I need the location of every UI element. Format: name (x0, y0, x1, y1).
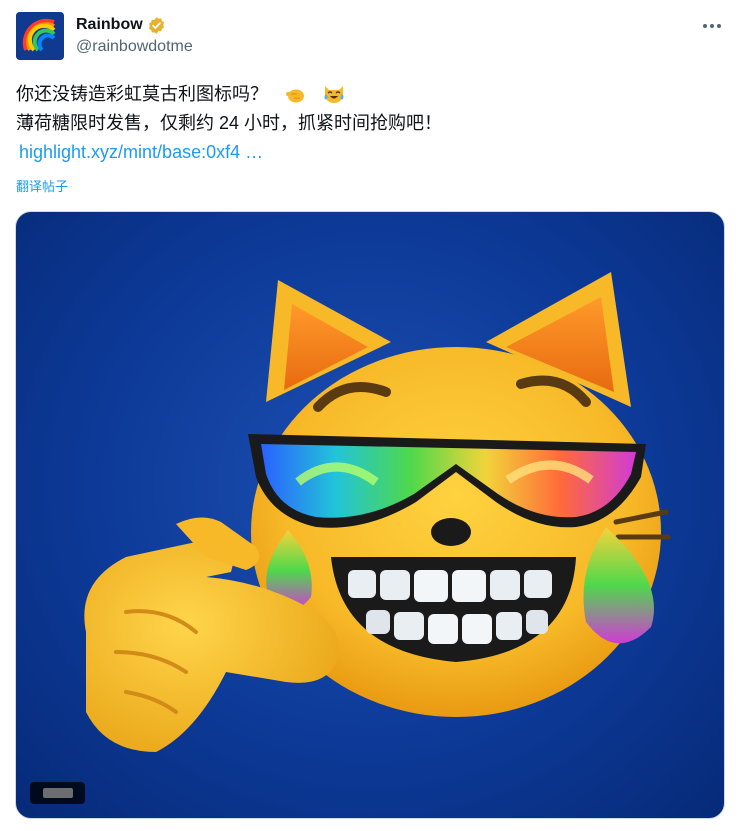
tweet-header: Rainbow @rainbowdotme (76, 14, 193, 56)
alt-text-badge[interactable] (30, 782, 85, 804)
translate-post-link[interactable]: 翻译帖子 (16, 176, 68, 195)
author-handle[interactable]: @rainbowdotme (76, 38, 193, 56)
cat-emoji-rainbow-sunglasses-image (84, 272, 671, 752)
tweet-text: 你还没铸造彩虹莫古利图标吗？ 薄荷糖限时发售，仅剩约 24 小时，抓紧时间抢购吧… (16, 80, 728, 167)
more-options-button[interactable] (700, 16, 724, 36)
tweet-line-1-text: 你还没铸造彩虹莫古利图标吗？ (16, 84, 268, 104)
tweet-card: Rainbow @rainbowdotme 你还没铸造彩虹莫古利图标吗？ 薄荷糖… (0, 0, 744, 831)
laughing-cat-emoji-icon (324, 86, 344, 103)
display-name[interactable]: Rainbow (76, 16, 143, 34)
tweet-line-3: highlight.xyz/mint/base:0xf4 … (16, 138, 728, 167)
tweet-line-1: 你还没铸造彩虹莫古利图标吗？ (16, 80, 728, 109)
alt-text-redacted (42, 788, 73, 798)
author-avatar[interactable] (16, 12, 64, 60)
mint-link[interactable]: highlight.xyz/mint/base:0xf4 … (16, 142, 263, 162)
tweet-line-2: 薄荷糖限时发售，仅剩约 24 小时，抓紧时间抢购吧！ (16, 113, 443, 133)
name-row: Rainbow (76, 14, 193, 36)
tweet-media-image[interactable] (15, 211, 725, 819)
more-dots-icon (703, 24, 721, 28)
pointing-hand-emoji-icon (286, 89, 305, 103)
verified-badge-icon[interactable] (147, 16, 166, 35)
rainbow-icon (16, 12, 64, 60)
